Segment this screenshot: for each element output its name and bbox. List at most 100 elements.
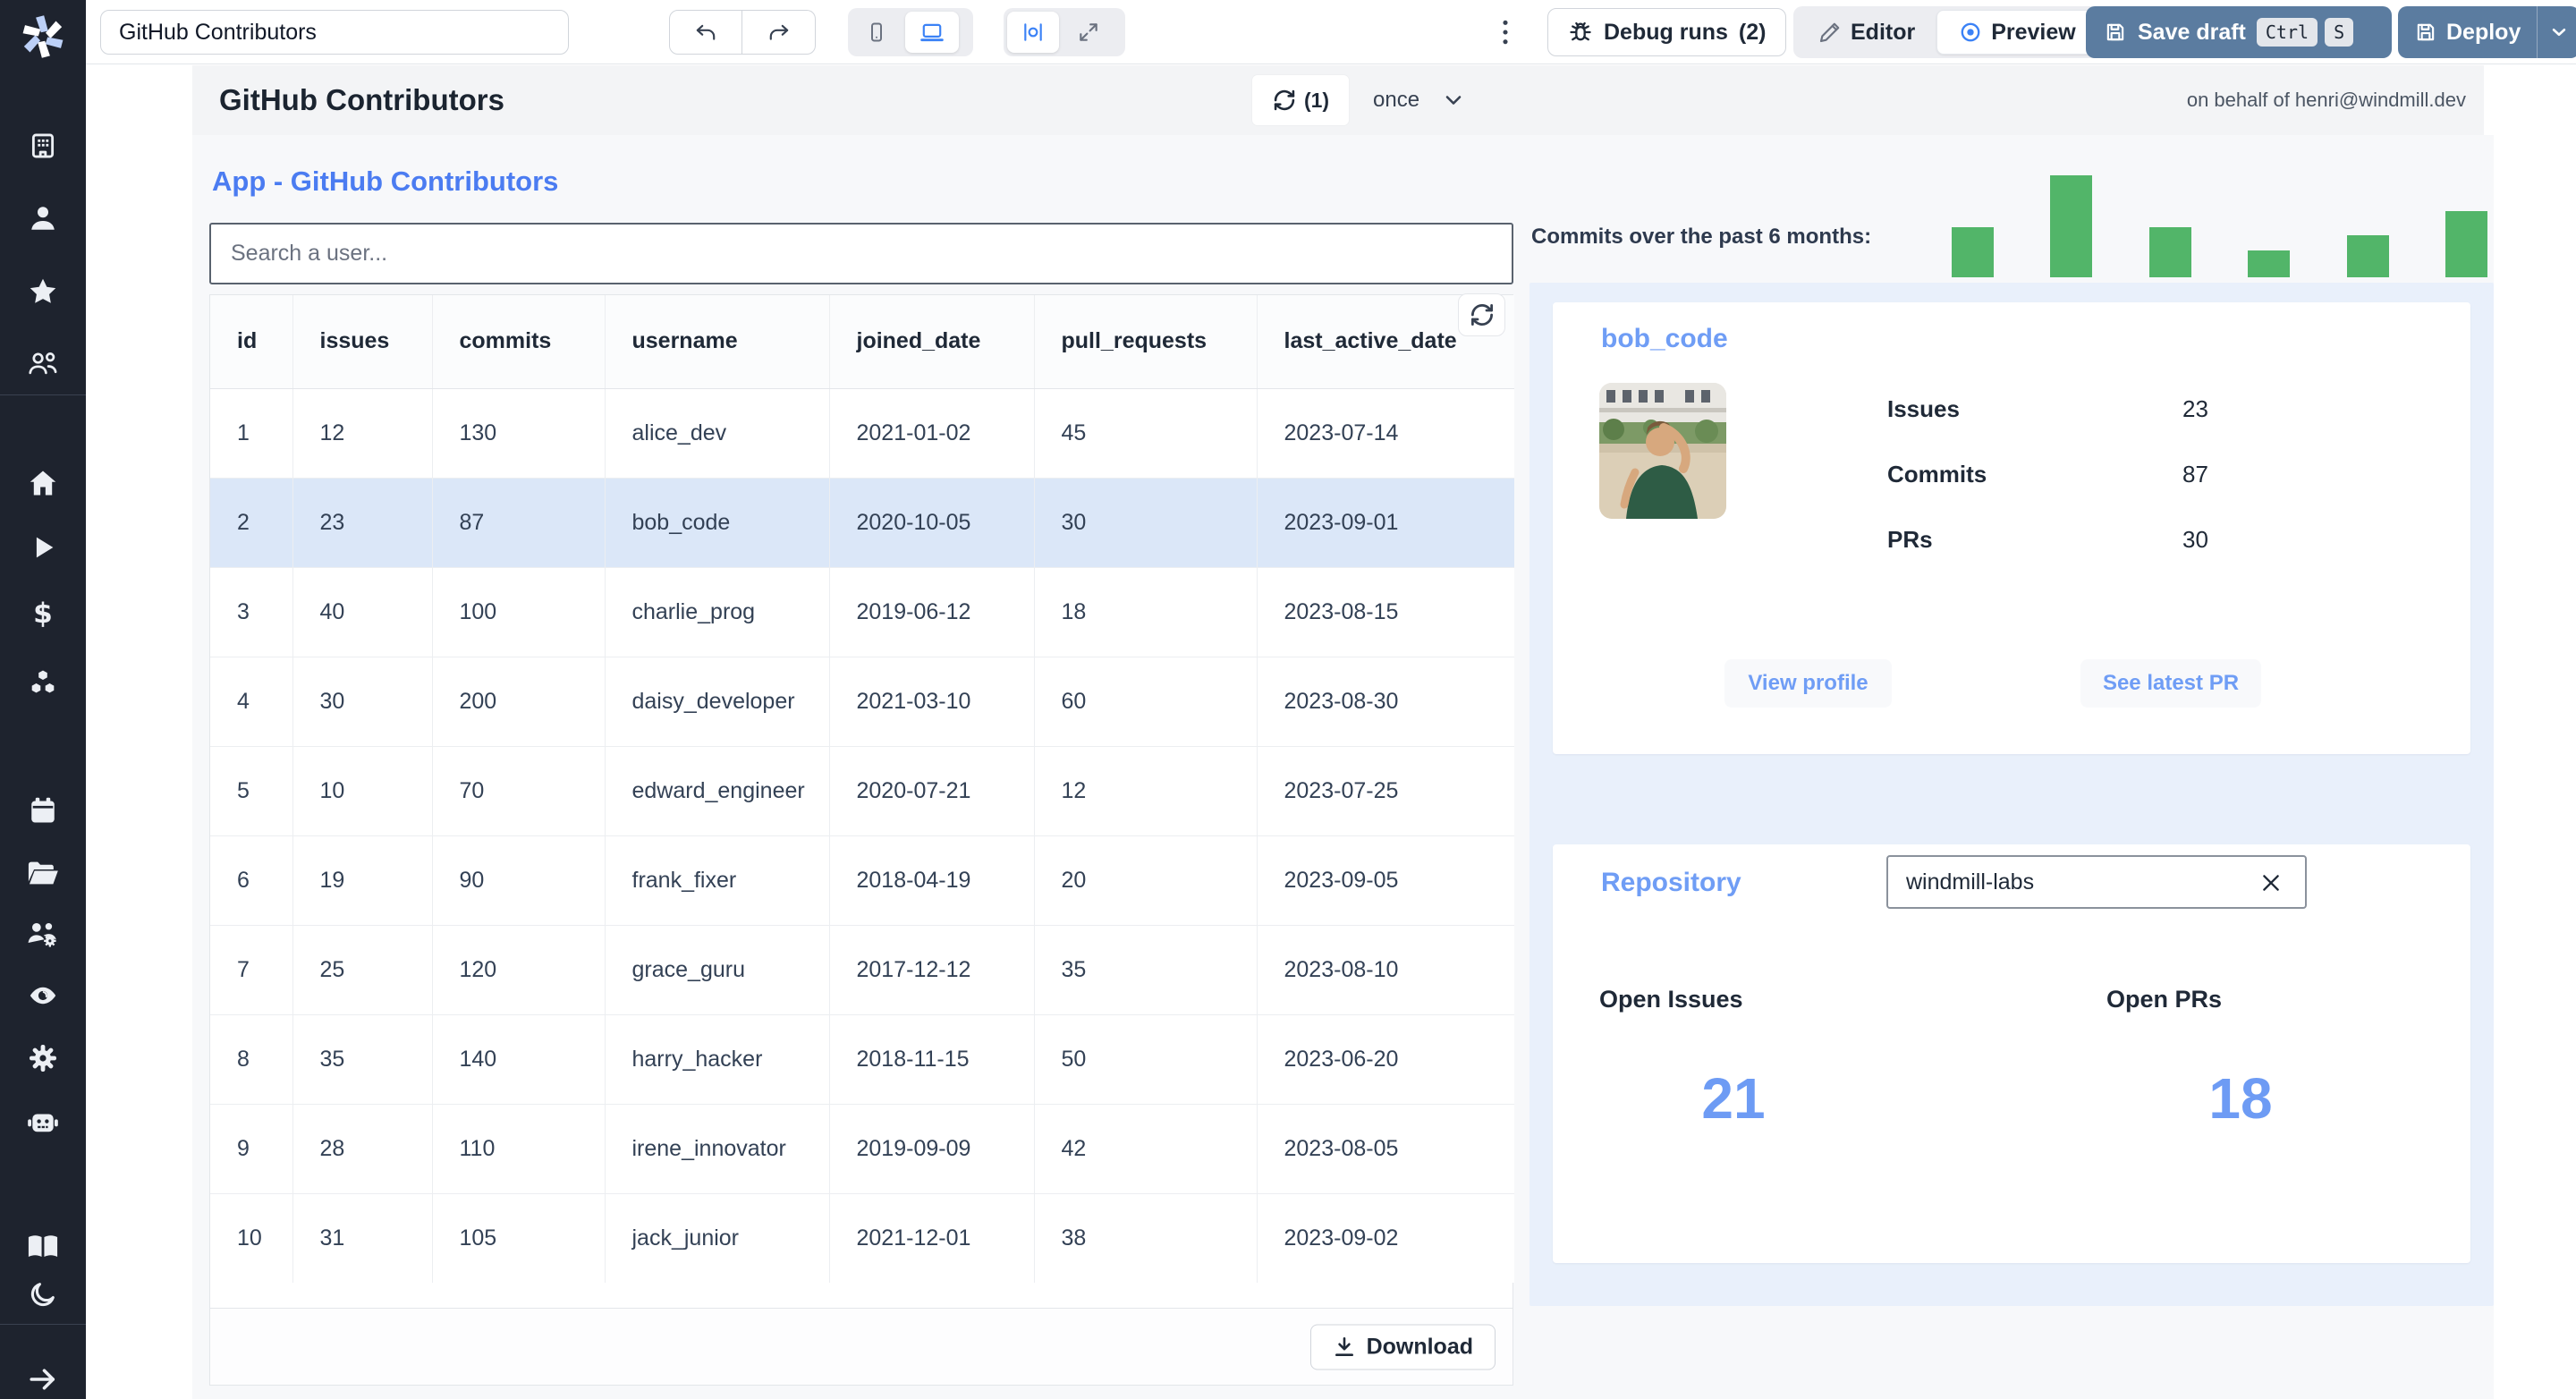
view-profile-button[interactable]: View profile [1724, 659, 1892, 708]
building-icon[interactable] [0, 131, 86, 161]
avatar [1599, 383, 1726, 519]
center-content-button[interactable] [1007, 12, 1059, 53]
table-row[interactable]: 3 40 100 charlie_prog 2019-06-12 18 2023-08-15 [210, 566, 1514, 657]
cell: 2023-08-10 [1257, 924, 1514, 1014]
docs-book-icon[interactable] [0, 1233, 86, 1261]
cell: 50 [1034, 1013, 1258, 1104]
clear-input-button[interactable] [2256, 868, 2286, 898]
cell: edward_engineer [605, 745, 830, 835]
eye-icon[interactable] [0, 980, 86, 1011]
see-latest-pr-button[interactable]: See latest PR [2080, 659, 2261, 708]
deploy-options-button[interactable] [2537, 6, 2576, 58]
cell: jack_junior [605, 1192, 830, 1283]
deploy-button[interactable]: Deploy [2398, 6, 2537, 58]
column-header[interactable]: id [210, 295, 293, 389]
cell: 2023-09-01 [1257, 477, 1514, 567]
stat-label: Commits [1887, 461, 1987, 488]
column-header[interactable]: pull_requests [1034, 295, 1258, 389]
chart-bar [2050, 175, 2093, 277]
cell: 30 [292, 656, 433, 746]
calendar-icon[interactable] [0, 794, 86, 827]
desktop-view-button[interactable] [905, 12, 959, 53]
cell: alice_dev [605, 388, 830, 478]
mobile-view-button[interactable] [852, 12, 902, 53]
app-title-input[interactable] [100, 10, 569, 55]
save-draft-button[interactable]: Save draft Ctrl S [2086, 6, 2392, 58]
cubes-icon[interactable] [0, 666, 86, 698]
cell: 1 [210, 388, 293, 478]
open-prs-stat: Open PRs 18 [2106, 986, 2375, 1132]
cell: 45 [1034, 388, 1258, 478]
preview-tab[interactable]: Preview [1936, 10, 2098, 55]
user-icon[interactable] [0, 202, 86, 234]
cell: 100 [432, 566, 606, 657]
app-header-bar: GitHub Contributors (1) once on behalf o… [192, 65, 2484, 135]
users-icon[interactable] [0, 348, 86, 378]
robot-icon[interactable] [0, 1107, 86, 1138]
windmill-logo[interactable] [0, 11, 86, 63]
search-input[interactable] [209, 223, 1513, 284]
debug-runs-label: Debug runs [1604, 19, 1728, 45]
table-row[interactable]: 6 19 90 frank_fixer 2018-04-19 20 2023-09-05 [210, 835, 1514, 925]
more-menu-button[interactable] [1496, 0, 1515, 64]
redo-icon [769, 24, 788, 40]
table-refresh-button[interactable] [1458, 293, 1505, 336]
settings-gear-icon[interactable] [0, 1042, 86, 1074]
dark-mode-moon-icon[interactable] [0, 1279, 86, 1310]
debug-runs-button[interactable]: Debug runs (2) [1547, 8, 1787, 56]
repository-input[interactable] [1886, 855, 2307, 909]
redo-button[interactable] [742, 10, 816, 55]
cell: charlie_prog [605, 566, 830, 657]
table-bottom-padding [210, 1283, 1513, 1308]
table-row[interactable]: 4 30 200 daisy_developer 2021-03-10 60 2023-08… [210, 656, 1514, 746]
user-card-username: bob_code [1601, 324, 1728, 353]
dollar-icon[interactable]: $ [0, 598, 86, 629]
table-row[interactable]: 10 31 105 jack_junior 2021-12-01 38 2023-09-02 [210, 1192, 1514, 1283]
column-header[interactable]: commits [432, 295, 606, 389]
desktop-icon [920, 23, 944, 42]
download-button[interactable]: Download [1309, 1324, 1496, 1369]
table-row[interactable]: 8 35 140 harry_hacker 2018-11-15 50 2023-06-20 [210, 1013, 1514, 1104]
app-heading: App - GitHub Contributors [212, 165, 559, 197]
bug-icon [1570, 21, 1591, 41]
cell: 2021-12-01 [829, 1192, 1035, 1283]
table-row-selected[interactable]: 2 23 87 bob_code 2020-10-05 30 2023-09-01 [210, 477, 1514, 567]
schedule-select[interactable]: once [1373, 65, 1464, 135]
schedule-value: once [1373, 88, 1420, 112]
cell: 38 [1034, 1192, 1258, 1283]
column-header[interactable]: joined_date [829, 295, 1035, 389]
cell: 2023-07-25 [1257, 745, 1514, 835]
star-icon[interactable] [0, 276, 86, 308]
cell: 3 [210, 566, 293, 657]
table-row[interactable]: 7 25 120 grace_guru 2017-12-12 35 2023-08-10 [210, 924, 1514, 1014]
refresh-icon [1274, 89, 1295, 111]
home-icon[interactable] [0, 467, 86, 499]
play-icon[interactable] [0, 532, 86, 563]
column-header[interactable]: issues [292, 295, 433, 389]
cell: 25 [292, 924, 433, 1014]
kbd-ctrl: Ctrl [2256, 18, 2318, 47]
preview-eye-icon [1961, 22, 1980, 42]
cell: 2021-01-02 [829, 388, 1035, 478]
open-prs-value: 18 [2208, 1066, 2273, 1131]
collapse-arrow-right-icon[interactable] [0, 1363, 86, 1395]
cell: 35 [292, 1013, 433, 1104]
pencil-icon [1819, 22, 1840, 43]
table-row[interactable]: 1 12 130 alice_dev 2021-01-02 45 2023-07-14 [210, 388, 1514, 478]
fullscreen-button[interactable] [1063, 12, 1114, 53]
top-toolbar: Debug runs (2) Editor Preview Save draft… [86, 0, 2576, 64]
deploy-label: Deploy [2446, 19, 2521, 45]
user-stats: Issues 23 Commits 87 PRs 30 [1887, 388, 2208, 561]
table-row[interactable]: 9 28 110 irene_innovator 2019-09-09 42 2023-08… [210, 1103, 1514, 1193]
folder-icon[interactable] [0, 858, 86, 888]
cell: 30 [1034, 477, 1258, 567]
column-header[interactable]: username [605, 295, 830, 389]
users-settings-icon[interactable] [0, 918, 86, 950]
cell: 35 [1034, 924, 1258, 1014]
editor-tab[interactable]: Editor [1797, 10, 1936, 55]
app-refresh-button[interactable]: (1) [1252, 75, 1349, 125]
table-row[interactable]: 5 10 70 edward_engineer 2020-07-21 12 2023-07-… [210, 745, 1514, 835]
undo-button[interactable] [669, 10, 742, 55]
stat-value: 30 [2182, 526, 2208, 553]
chart-bar [2248, 250, 2291, 277]
